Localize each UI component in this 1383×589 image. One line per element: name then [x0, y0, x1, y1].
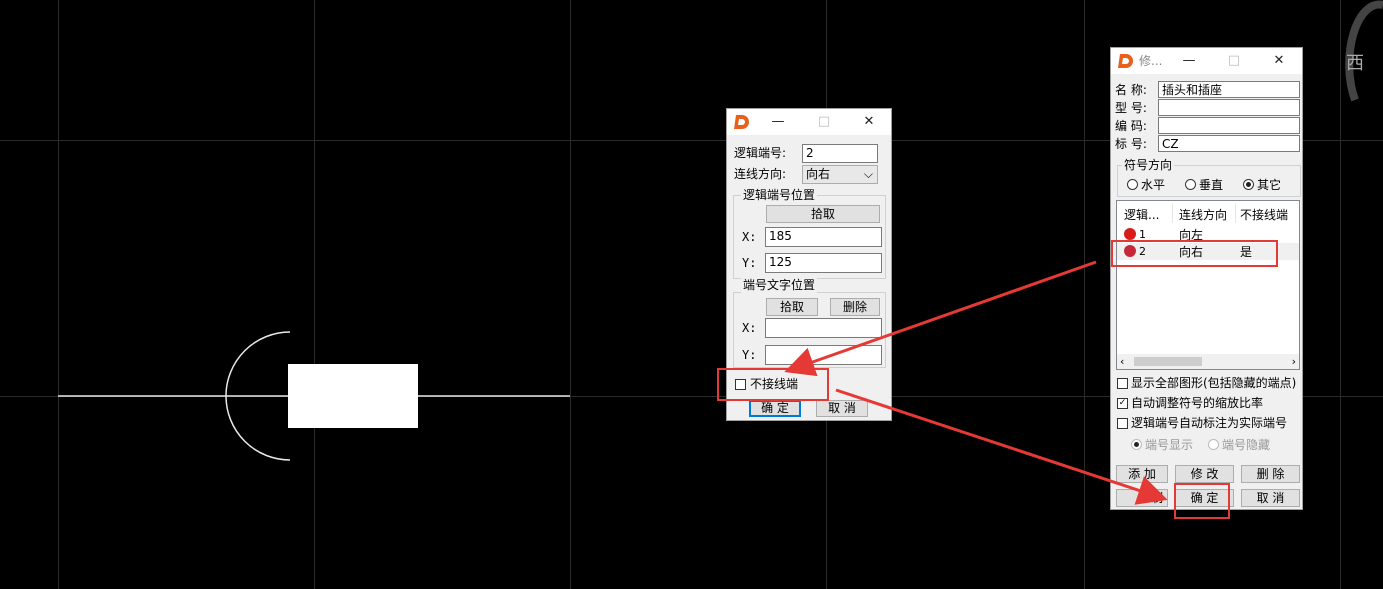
- code-input[interactable]: [1158, 117, 1300, 134]
- hide-no-label: 端号隐藏: [1222, 438, 1271, 452]
- radio-horizontal-label: 水平: [1141, 178, 1166, 192]
- close-icon[interactable]: ✕: [858, 112, 880, 132]
- radio-horizontal[interactable]: [1127, 179, 1138, 190]
- y-input[interactable]: 125: [765, 253, 882, 273]
- pick-text-button[interactable]: 拾取: [766, 298, 818, 316]
- highlight-ok-button: [1174, 483, 1230, 519]
- direction-label: 连线方向:: [734, 167, 787, 181]
- app-logo-icon: [734, 115, 749, 129]
- radio-vertical-label: 垂直: [1199, 178, 1224, 192]
- auto-tag-checkbox[interactable]: [1117, 418, 1128, 429]
- copy-button[interactable]: 制: [1116, 489, 1168, 507]
- col-header-noconnect[interactable]: 不接线端: [1240, 207, 1288, 223]
- auto-scale-label: 自动调整符号的缩放比率: [1131, 396, 1264, 410]
- hide-no-radio: [1208, 439, 1219, 450]
- dialog-title: 修...: [1139, 54, 1163, 68]
- add-button[interactable]: 添 加: [1116, 465, 1168, 483]
- x2-label: X:: [742, 321, 757, 335]
- direction-group-title: 符号方向: [1122, 157, 1175, 173]
- minimize-icon[interactable]: —: [1178, 51, 1200, 71]
- name-input[interactable]: 插头和插座: [1158, 81, 1300, 98]
- maximize-icon: □: [1227, 53, 1241, 68]
- show-no-radio: [1131, 439, 1142, 450]
- logic-no-label: 逻辑端号:: [734, 146, 787, 160]
- y2-label: Y:: [742, 348, 757, 362]
- horizontal-scrollbar[interactable]: ‹ ›: [1117, 354, 1299, 369]
- radio-vertical[interactable]: [1185, 179, 1196, 190]
- x-input[interactable]: 185: [765, 227, 882, 247]
- scroll-right-icon[interactable]: ›: [1292, 354, 1296, 369]
- pin-dialog-titlebar[interactable]: — □ ✕: [727, 109, 891, 135]
- y-label: Y:: [742, 256, 757, 270]
- model-input[interactable]: [1158, 99, 1300, 116]
- remove-button[interactable]: 删 除: [1241, 465, 1300, 483]
- pin-dot-icon: [1124, 228, 1136, 240]
- direction-select-value: 向右: [806, 167, 831, 181]
- auto-tag-label: 逻辑端号自动标注为实际端号: [1131, 416, 1288, 430]
- code-label: 编 码:: [1115, 119, 1147, 133]
- logic-no-input[interactable]: 2: [802, 144, 878, 163]
- highlight-row-2: [1111, 240, 1278, 267]
- chevron-down-icon: ⌵: [863, 167, 873, 181]
- show-all-label: 显示全部图形(包括隐藏的端点): [1131, 376, 1297, 390]
- x-label: X:: [742, 230, 757, 244]
- maximize-icon: □: [817, 114, 831, 129]
- pin-list[interactable]: 逻辑... 连线方向 不接线端 1 向左 2 向右 是 ‹ ›: [1116, 200, 1300, 370]
- text-position-title: 端号文字位置: [741, 277, 818, 293]
- minimize-icon[interactable]: —: [767, 112, 789, 132]
- plug-rect: [288, 364, 418, 428]
- symbol-dialog-titlebar[interactable]: 修... — □ ✕: [1111, 48, 1302, 74]
- direction-select[interactable]: 向右 ⌵: [802, 165, 878, 184]
- auto-scale-checkbox[interactable]: ✓: [1117, 398, 1128, 409]
- highlight-no-connect: [717, 368, 829, 401]
- show-no-label: 端号显示: [1145, 438, 1194, 452]
- symbol-edit-dialog: 修... — □ ✕ 名 称: 插头和插座 型 号: 编 码: 标 号: CZ …: [1110, 47, 1303, 510]
- delete-text-button[interactable]: 删除: [830, 298, 880, 316]
- compass-label[interactable]: 西: [1346, 54, 1364, 74]
- pin-position-title: 逻辑端号位置: [741, 187, 818, 203]
- tag-input[interactable]: CZ: [1158, 135, 1300, 152]
- scroll-thumb[interactable]: [1134, 357, 1202, 366]
- radio-other[interactable]: [1243, 179, 1254, 190]
- col-header-logic[interactable]: 逻辑...: [1124, 207, 1159, 223]
- close-icon[interactable]: ✕: [1268, 51, 1290, 71]
- tag-label: 标 号:: [1115, 137, 1147, 151]
- app-logo-icon: [1118, 54, 1133, 68]
- show-all-checkbox[interactable]: [1117, 378, 1128, 389]
- ok-button[interactable]: 确 定: [749, 400, 801, 417]
- model-label: 型 号:: [1115, 101, 1147, 115]
- col-header-direction[interactable]: 连线方向: [1179, 207, 1227, 223]
- radio-other-label: 其它: [1257, 178, 1282, 192]
- text-y-input[interactable]: [765, 345, 882, 365]
- cancel-button[interactable]: 取 消: [816, 400, 868, 417]
- pick-position-button[interactable]: 拾取: [766, 205, 880, 223]
- cancel-button[interactable]: 取 消: [1241, 489, 1300, 507]
- text-x-input[interactable]: [765, 318, 882, 338]
- name-label: 名 称:: [1115, 83, 1147, 97]
- edit-button[interactable]: 修 改: [1175, 465, 1234, 483]
- scroll-left-icon[interactable]: ‹: [1120, 354, 1124, 369]
